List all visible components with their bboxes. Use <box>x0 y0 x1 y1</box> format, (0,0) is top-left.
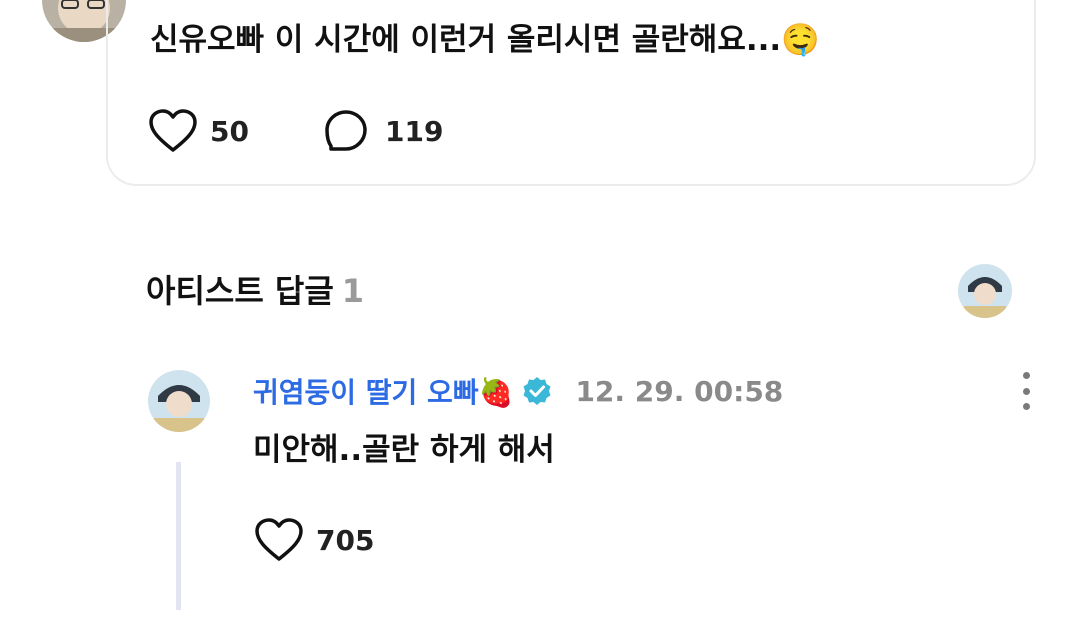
verified-badge-icon <box>523 377 551 405</box>
artist-avatar-small[interactable] <box>958 264 1012 318</box>
more-vertical-icon-dot <box>1022 387 1030 395</box>
reply-author-emoji: 🍓 <box>478 376 514 409</box>
artist-replies-title: 아티스트 답글 <box>146 272 334 310</box>
heart-icon <box>149 109 197 152</box>
reply-like-count: 705 <box>316 523 375 557</box>
reply-like-button[interactable]: 705 <box>254 517 374 563</box>
post-text-content: 신유오빠 이 시간에 이런거 올리시면 골란해요... <box>150 22 782 58</box>
reply-author-avatar[interactable] <box>148 370 210 432</box>
artist-replies-heading: 아티스트 답글 1 <box>146 266 364 312</box>
post-comment-button[interactable]: 119 <box>323 108 443 154</box>
more-vertical-icon-dot <box>1022 403 1030 410</box>
thread-line <box>176 462 181 610</box>
reply-timestamp: 12. 29. 00:58 <box>575 374 784 408</box>
reply-author-name[interactable]: 귀염둥이 딸기 오빠🍓 <box>253 371 513 411</box>
post-comment-count: 119 <box>385 114 444 148</box>
reply-header: 귀염둥이 딸기 오빠🍓 12. 29. 00:58 <box>253 371 783 411</box>
reply-text: 미안해..골란 하게 해서 <box>253 432 555 468</box>
reply-author-name-text: 귀염둥이 딸기 오빠 <box>253 376 479 409</box>
heart-icon <box>255 518 303 561</box>
artist-avatar-small-image <box>958 264 1012 318</box>
more-vertical-icon-dot <box>1022 372 1030 379</box>
more-options-button[interactable] <box>1011 372 1041 410</box>
post-like-count: 50 <box>210 114 249 148</box>
comment-icon <box>325 110 367 151</box>
artist-replies-count: 1 <box>341 272 365 310</box>
post-text: 신유오빠 이 시간에 이런거 올리시면 골란해요...🤤 <box>150 14 820 59</box>
post-emoji: 🤤 <box>781 22 820 58</box>
post-like-button[interactable]: 50 <box>148 108 249 154</box>
reply-author-avatar-image <box>148 370 210 432</box>
